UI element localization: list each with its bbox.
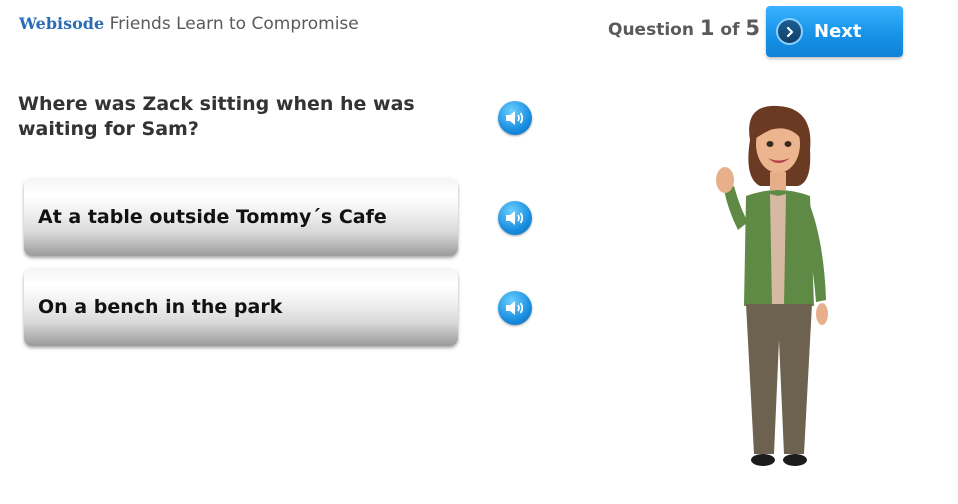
answer-option-1-label: At a table outside Tommy´s Cafe [38,206,387,228]
answer-option-1[interactable]: At a table outside Tommy´s Cafe [24,178,458,256]
question-text: Where was Zack sitting when he was waiti… [18,93,415,140]
counter-current: 1 [699,16,715,40]
answer-1-audio-speaker-icon[interactable] [498,201,532,235]
counter-total: 5 [745,16,761,40]
next-button-label: Next [814,21,862,42]
answer-2-audio-speaker-icon[interactable] [498,291,532,325]
teacher-character-illustration [716,105,828,466]
brand-label: Webisode [19,14,105,33]
question-audio-speaker-icon[interactable] [498,101,532,135]
next-button[interactable]: Next [766,6,903,57]
counter-separator: of [720,20,740,40]
answer-option-2-label: On a bench in the park [38,296,283,318]
chevron-right-icon [776,18,803,45]
counter-prefix: Question [608,20,694,40]
episode-title: Friends Learn to Compromise [109,14,359,34]
question-counter: Question 1 of 5 [608,16,760,40]
webisode-title: Webisode Friends Learn to Compromise [19,14,359,34]
answer-option-2[interactable]: On a bench in the park [24,268,458,346]
